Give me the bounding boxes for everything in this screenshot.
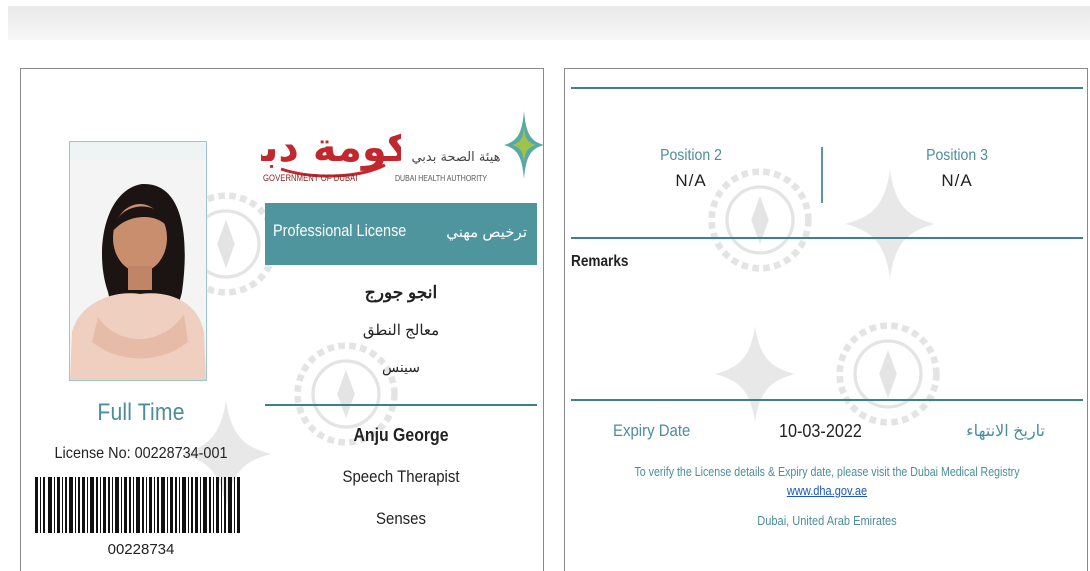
location: Dubai, United Arab Emirates [757, 513, 897, 528]
facility-en: Senses [376, 509, 426, 528]
top-divider [571, 87, 1083, 89]
top-gradient-bar [8, 6, 1090, 40]
watermark-emblem-icon [836, 322, 940, 426]
positions-divider [571, 237, 1083, 239]
dha-logo-arabic: هيئة الصحة بدبي [411, 150, 500, 165]
professional-license-band: Professional License ترخيص مهني [265, 203, 537, 265]
expiry-label-ar: تاريخ الانتهاء [966, 423, 1045, 440]
license-number: License No: 00228734-001 [54, 445, 228, 462]
position-2: Position 2 N/A [591, 147, 791, 191]
license-title-ar: ترخيص مهني [446, 224, 527, 241]
position-2-label: Position 2 [660, 147, 722, 164]
dha-website-link[interactable]: www.dha.gov.ae [613, 483, 1041, 498]
license-card-front: Full Time License No: 00228734-001 00228… [20, 68, 544, 571]
barcode-number: 00228734 [107, 541, 175, 558]
holder-name-ar: انجو جورج [364, 283, 438, 302]
watermark-star-icon [715, 326, 795, 422]
holder-photo [69, 141, 207, 381]
facility-ar: سينس [381, 359, 421, 375]
divider [265, 404, 537, 406]
position-3-label: Position 3 [926, 147, 988, 164]
verify-instructions: To verify the License details & Expiry d… [634, 465, 1020, 479]
position-separator [821, 147, 823, 203]
position-2-value: N/A [675, 171, 707, 190]
position-3-value: N/A [941, 171, 973, 190]
license-title-en: Professional License [273, 221, 407, 240]
expiry-divider [571, 399, 1083, 401]
license-card-back: Position 2 N/A Position 3 N/A Remarks Ex… [564, 68, 1088, 571]
dha-logo-caption: DUBAI HEALTH AUTHORITY [395, 173, 488, 183]
gov-logo-caption: GOVERNMENT OF DUBAI [263, 173, 358, 183]
holder-name-en: Anju George [353, 425, 449, 445]
barcode [35, 477, 240, 533]
expiry-label: Expiry Date [613, 421, 691, 440]
gov-logo-arabic: حكومة دبي [261, 125, 401, 171]
employment-type: Full Time [97, 399, 185, 426]
profession-en: Speech Therapist [342, 467, 460, 486]
profession-ar: معالج النطق [362, 322, 440, 339]
position-3: Position 3 N/A [857, 147, 1057, 191]
expiry-date: 10-03-2022 [779, 421, 862, 441]
remarks-label: Remarks [571, 253, 629, 270]
